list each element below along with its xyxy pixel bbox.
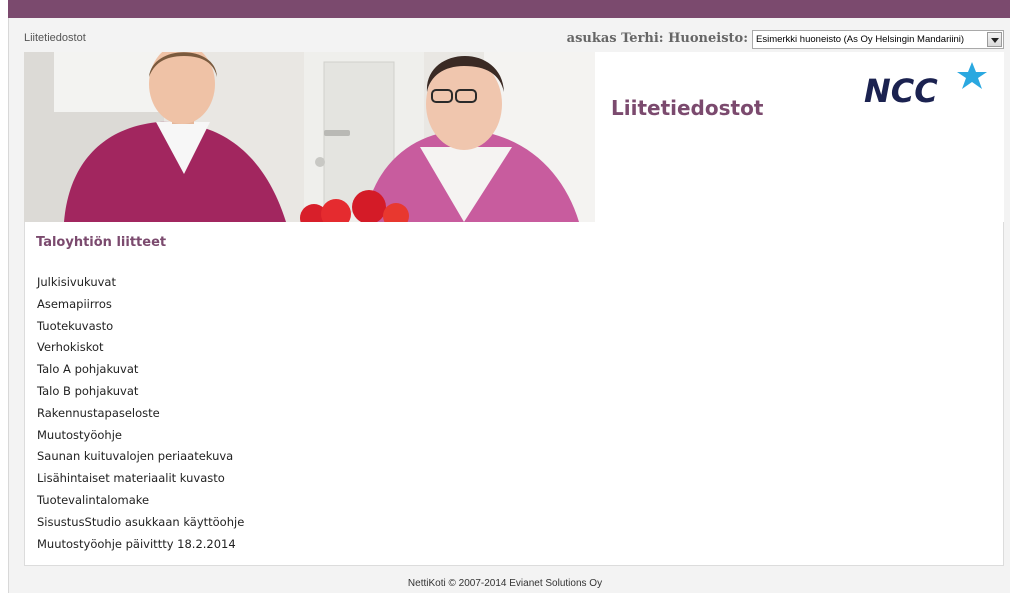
attachment-link[interactable]: Tuotevalintalomake xyxy=(37,490,244,512)
attachment-link[interactable]: SisustusStudio asukkaan käyttöohje xyxy=(37,512,244,534)
attachment-link[interactable]: Tuotekuvasto xyxy=(37,316,244,338)
page-title: Liitetiedostot xyxy=(611,96,764,120)
attachments-list: Julkisivukuvat Asemapiirros Tuotekuvasto… xyxy=(37,272,244,555)
section-title: Taloyhtiön liitteet xyxy=(36,235,167,250)
apartment-select[interactable]: Esimerkki huoneisto (As Oy Helsingin Man… xyxy=(752,30,1004,49)
attachment-link[interactable]: Muutostyöohje päivittty 18.2.2014 xyxy=(37,534,244,556)
logo-text: NCC xyxy=(864,72,938,108)
chevron-down-icon[interactable] xyxy=(987,32,1002,47)
attachment-link[interactable]: Asemapiirros xyxy=(37,294,244,316)
breadcrumb[interactable]: Liitetiedostot xyxy=(24,32,86,44)
attachment-link[interactable]: Talo B pohjakuvat xyxy=(37,381,244,403)
attachment-link[interactable]: Lisähintaiset materiaalit kuvasto xyxy=(37,468,244,490)
attachments-panel: Taloyhtiön liitteet Julkisivukuvat Asema… xyxy=(24,222,1004,566)
attachment-link[interactable]: Talo A pohjakuvat xyxy=(37,359,244,381)
attachment-link[interactable]: Muutostyöohje xyxy=(37,425,244,447)
top-bar xyxy=(8,0,1010,18)
attachment-link[interactable]: Saunan kuituvalojen periaatekuva xyxy=(37,446,244,468)
resident-label: asukas Terhi: Huoneisto: xyxy=(566,31,748,46)
banner-photo xyxy=(24,52,595,222)
apartment-select-value: Esimerkki huoneisto (As Oy Helsingin Man… xyxy=(756,34,965,45)
header-banner xyxy=(24,52,1004,222)
attachment-link[interactable]: Verhokiskot xyxy=(37,337,244,359)
footer-copyright: NettiKoti © 2007-2014 Evianet Solutions … xyxy=(407,578,603,589)
attachment-link[interactable]: Julkisivukuvat xyxy=(37,272,244,294)
attachment-link[interactable]: Rakennustapaseloste xyxy=(37,403,244,425)
ncc-logo: NCC xyxy=(862,60,990,110)
